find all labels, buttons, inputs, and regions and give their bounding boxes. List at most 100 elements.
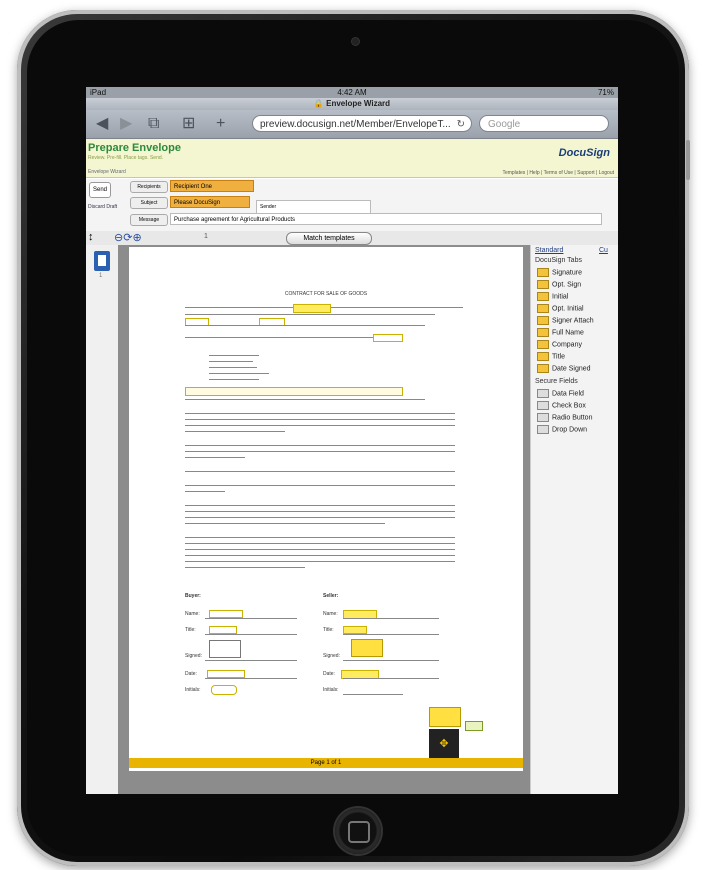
resize-handle-icon[interactable]: ↕ [88,231,94,243]
palette-item-radio-button[interactable]: Radio Button [537,413,592,422]
buyer-name-tag[interactable] [209,610,243,618]
palette-item-check-box[interactable]: Check Box [537,401,586,410]
page-thumbnail[interactable] [94,251,110,271]
move-arrows-icon[interactable]: ✥ [429,729,459,759]
match-templates-button[interactable]: Match templates [286,232,372,245]
palette-item-title[interactable]: Title [537,352,565,361]
forward-arrow-icon[interactable]: ▶ [120,115,132,133]
home-icon [348,821,370,843]
buyer-title-tag[interactable] [209,626,237,634]
checkbox-icon [537,401,549,410]
page-footer: Page 1 of 1 [129,758,523,768]
tab-custom[interactable]: Cu [599,247,608,254]
text-line [185,457,245,458]
reload-icon[interactable]: ↻ [457,116,465,131]
recipients-field[interactable]: Recipient One [170,180,254,192]
palette-item-label: Company [552,341,582,349]
text-line [185,431,285,432]
camera [352,38,359,45]
message-label[interactable]: Message [130,214,168,226]
seller-sign-here-tag[interactable] [351,639,383,657]
search-field[interactable]: Google [479,115,609,132]
status-bar: iPad 4:42 AM 71% [86,87,618,98]
palette-item-date-signed[interactable]: Date Signed [537,364,591,373]
add-bookmark-icon[interactable]: + [216,115,225,133]
buyer-initials-label: Initials: [185,687,201,693]
buyer-sign-here-tag[interactable] [209,640,241,658]
palette-item-opt-sign[interactable]: Opt. Sign [537,280,581,289]
breadcrumb[interactable]: Envelope Wizard [88,169,126,175]
text-line [185,399,425,400]
palette-item-signer-attach[interactable]: Signer Attach [537,316,594,325]
text-line [185,485,455,486]
sender-field[interactable]: Sender [256,200,371,214]
palette-item-opt-initial[interactable]: Opt. Initial [537,304,584,313]
recipients-label[interactable]: Recipients [130,181,168,193]
palette-item-initial[interactable]: Initial [537,292,568,301]
tag-field[interactable] [185,387,403,396]
brand-logo: DocuSign [558,147,610,159]
screen: iPad 4:42 AM 71% 🔒 Envelope Wizard ◀ ▶ ⧉… [86,87,618,794]
palette-item-label: Check Box [552,402,586,410]
volume-button [686,140,690,180]
palette-item-signature[interactable]: Signature [537,268,582,277]
subject-field[interactable]: Please DocuSign [170,196,250,208]
tabs-icon[interactable]: ⧉ [148,115,159,133]
tag-field[interactable] [293,304,331,313]
send-button[interactable]: Send [89,182,111,198]
header-links[interactable]: Templates | Help | Terms of Use | Suppor… [502,170,614,176]
docusign-tabs-heading: DocuSign Tabs [535,257,582,264]
opt-initial-tag-icon [537,304,549,313]
tags-palette: Standard Cu DocuSign Tabs Signature Opt.… [530,245,618,794]
zoom-controls[interactable]: ⊖⟳⊕ [114,231,142,244]
palette-item-label: Radio Button [552,414,593,422]
name-tag-icon [537,328,549,337]
initial-tag-icon [537,292,549,301]
text-line [185,445,455,446]
text-line [209,379,259,380]
subject-label[interactable]: Subject [130,197,168,209]
tab-standard[interactable]: Standard [535,247,563,254]
tag-handle[interactable] [465,721,483,731]
thumbnail-page-number: 1 [99,273,103,279]
text-line [209,361,253,362]
palette-item-drop-down[interactable]: Drop Down [537,425,587,434]
opt-sign-tag-icon [537,280,549,289]
text-line [185,425,455,426]
browser-title: Envelope Wizard [326,99,391,108]
bookmarks-icon[interactable]: ⊞ [182,115,195,133]
divider [86,177,618,178]
text-line [185,561,455,562]
dropdown-icon [537,425,549,434]
palette-item-label: Drop Down [552,426,588,434]
lock-icon: 🔒 [313,99,327,108]
text-line [185,549,455,550]
battery-label: 71% [597,88,614,97]
palette-item-label: Date Signed [552,365,591,373]
back-arrow-icon[interactable]: ◀ [96,115,108,133]
buyer-initials-tag[interactable] [211,685,237,695]
zoom-in-icon[interactable]: ⊕ [132,232,141,244]
text-line [185,523,385,524]
page-number[interactable]: 1 [204,233,208,240]
dragging-sign-tag[interactable] [429,707,461,727]
message-field[interactable]: Purchase agreement for Agricultural Prod… [170,213,602,225]
buyer-title-label: Title: [185,627,196,633]
zoom-out-icon[interactable]: ⊖ [114,232,123,244]
seller-initials-label: Initials: [323,687,339,693]
tag-field[interactable] [373,334,403,342]
signature-line [343,678,439,679]
thumbnail-panel: 1 [86,245,118,794]
seller-title-label: Title: [323,627,334,633]
url-field[interactable]: preview.docusign.net/Member/EnvelopeT...… [252,115,472,132]
signature-line [205,678,297,679]
text-line [185,567,305,568]
palette-item-full-name[interactable]: Full Name [537,328,584,337]
palette-item-data-field[interactable]: Data Field [537,389,584,398]
seller-date-label: Date: [323,671,335,677]
clock: 4:42 AM [337,88,367,97]
seller-title-tag[interactable] [343,626,367,634]
discard-link[interactable]: Discard Draft [88,204,117,210]
palette-item-company[interactable]: Company [537,340,582,349]
buyer-date-tag[interactable] [207,670,245,678]
